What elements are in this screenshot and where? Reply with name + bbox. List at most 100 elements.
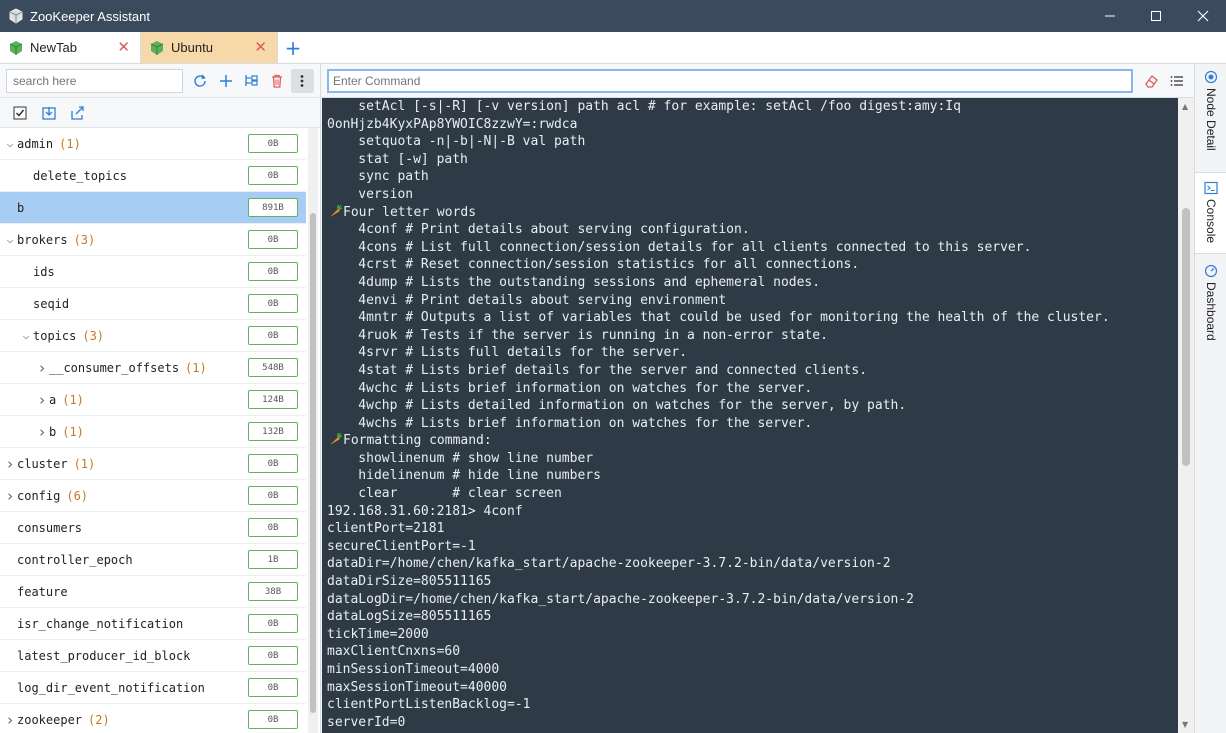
node-tree: ⌵ admin (1) 0B delete_topics 0B b 891B ⌵ brokers(… [0,128,306,733]
close-tab-icon[interactable]: ✕ [254,38,267,56]
refresh-button[interactable] [189,69,213,93]
node-tree-panel: ⌵admin(1)0B delete_topics 0B b891B⌵brokers(… [0,64,321,733]
console-line: version [327,186,1178,204]
vtab-label: Node Detail [1204,88,1218,151]
console-line: 4crst # Reset connection/session statist… [327,256,1178,274]
tree-node[interactable]: › config (6) 0B [0,480,306,512]
tree-node-size-badge: 124B [248,390,298,409]
clear-console-button[interactable] [1139,69,1163,93]
console-line-text: showlinenum # show line number [327,450,594,466]
tree-node[interactable]: ids 0B [0,256,306,288]
chevron-right-icon[interactable]: › [36,423,48,441]
console-scrollbar-thumb[interactable] [1182,208,1190,466]
vtab-node-detail[interactable]: Node Detail [1195,70,1226,170]
list-icon [1170,75,1183,86]
console-line-text: stat [-w] path [327,151,468,167]
tree-node-child-count: (1) [73,456,96,471]
tree-scrollbar[interactable] [308,128,318,733]
tree-node[interactable]: seqid 0B [0,288,306,320]
console-scrollbar[interactable]: ▲ ▼ [1178,98,1194,733]
console-line-text: dataDirSize=805511165 [327,574,492,590]
tree-scrollbar-thumb[interactable] [310,213,316,713]
tree-node-size-badge: 1B [248,550,298,569]
tree-node-name: delete_topics [33,168,127,183]
chevron-right-icon[interactable]: › [4,711,16,729]
console-line-text: clientPortListenBacklog=-1 [327,697,531,713]
search-input[interactable] [6,68,183,93]
add-node-button[interactable] [214,69,238,93]
tree-node-child-count: (3) [82,328,105,343]
tree-node[interactable]: isr_change_notification 0B [0,608,306,640]
chevron-right-icon[interactable]: › [4,487,16,505]
tree-node-name: latest_producer_id_block [17,648,191,663]
chevron-right-icon[interactable]: › [4,455,16,473]
console-line: minSessionTimeout=4000 [327,661,1178,679]
tree-node-name: feature [17,584,68,599]
tree-node-name: config [17,488,61,503]
console-line: 4stat # Lists brief details for the serv… [327,362,1178,380]
tree-node-size-badge: 0B [248,262,298,281]
console-line: hidelinenum # hide line numbers [327,467,1178,485]
tree-node[interactable]: consumers 0B [0,512,306,544]
more-options-button[interactable] [290,68,315,93]
chevron-down-icon[interactable]: ⌵ [4,137,16,150]
console-line: dataLogDir=/home/chen/kafka_start/apache… [327,591,1178,609]
tree-structure-button[interactable] [240,69,264,93]
maximize-button[interactable] [1133,0,1179,32]
scroll-down-arrow-icon[interactable]: ▼ [1182,720,1188,729]
tree-node[interactable]: feature 38B [0,576,306,608]
close-tab-icon[interactable]: ✕ [117,38,130,56]
carrot-icon [330,204,343,217]
command-input[interactable] [327,68,1133,93]
console-line: stat [-w] path [327,151,1178,169]
vtab-console[interactable]: Console [1195,172,1226,254]
chevron-down-icon[interactable]: ⌵ [20,329,32,342]
import-icon [42,106,56,120]
console-line: maxSessionTimeout=40000 [327,679,1178,697]
tree-node[interactable]: controller_epoch 1B [0,544,306,576]
tree-node[interactable]: › __consumer_offsets (1) 548B [0,352,306,384]
console-line-text: Formatting command: [343,433,492,449]
vtab-dashboard[interactable]: Dashboard [1195,264,1226,354]
select-all-checkbox[interactable] [8,101,32,125]
console-line-text: 4conf # Print details about serving conf… [327,222,750,238]
tree-node[interactable]: b 891B [0,192,306,224]
add-tab-button[interactable]: + [278,32,308,63]
close-window-button[interactable] [1180,0,1226,32]
import-button[interactable] [37,101,61,125]
tree-node[interactable]: › zookeeper (2) 0B [0,704,306,733]
chevron-right-icon[interactable]: › [36,391,48,409]
console-line: 4wchs # Lists brief information on watch… [327,415,1178,433]
tree-node-size-badge: 0B [248,166,298,185]
history-list-button[interactable] [1165,69,1189,93]
console-line: clientPortListenBacklog=-1 [327,696,1178,714]
console-line: 4dump # Lists the outstanding sessions a… [327,274,1178,292]
console-line-text: 4stat # Lists brief details for the serv… [327,362,868,378]
tree-node[interactable]: log_dir_event_notification 0B [0,672,306,704]
console-line: maxClientCnxns=60 [327,643,1178,661]
tree-node[interactable]: ⌵ topics (3) 0B [0,320,306,352]
chevron-down-icon[interactable]: ⌵ [4,233,16,246]
minimize-button[interactable] [1087,0,1133,32]
tree-node-name: consumers [17,520,83,535]
scroll-up-arrow-icon[interactable]: ▲ [1182,102,1188,111]
tree-node-size-badge: 38B [248,582,298,601]
tree-node[interactable]: ⌵ admin (1) 0B [0,128,306,160]
tree-node[interactable]: › cluster (1) 0B [0,448,306,480]
tree-node[interactable]: › b (1) 132B [0,416,306,448]
tree-node[interactable]: › a (1) 124B [0,384,306,416]
console-line: tickTime=2000 [327,626,1178,644]
tree-node-name: seqid [33,296,70,311]
chevron-right-icon[interactable]: › [36,359,48,377]
console-line-text: Four letter words [343,204,477,220]
tree-node-size-badge: 548B [248,358,298,377]
export-button[interactable] [66,101,90,125]
delete-node-button[interactable] [265,69,289,93]
tree-node[interactable]: ⌵ brokers (3) 0B [0,224,306,256]
tree-node-size-badge: 0B [248,454,298,473]
tree-node[interactable]: delete_topics 0B [0,160,306,192]
console-line-text: 4envi # Print details about serving envi… [327,292,727,308]
tab-newtab[interactable]: NewTab ✕ [0,32,141,63]
tab-ubuntu[interactable]: Ubuntu ✕ [141,32,278,63]
tree-node[interactable]: latest_producer_id_block 0B [0,640,306,672]
